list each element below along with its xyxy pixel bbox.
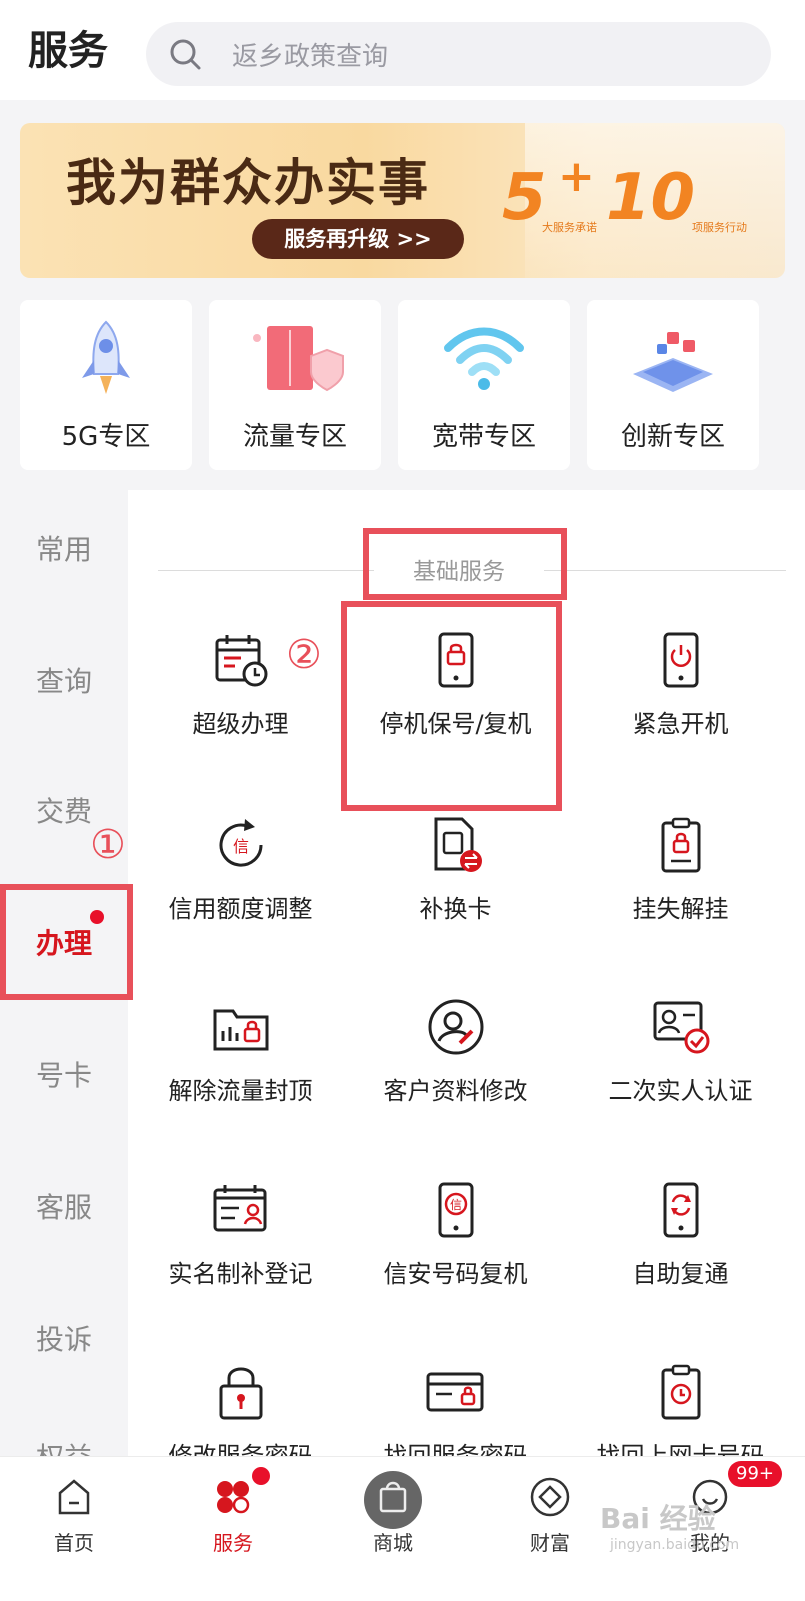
service-label: 修改服务密码 — [168, 1442, 313, 1456]
service-real-name-register[interactable]: 实名制补登记 — [128, 1180, 353, 1289]
service-xinan-resume[interactable]: 信 信安号码复机 — [343, 1180, 568, 1289]
sim-swap-icon — [434, 817, 482, 872]
service-grid-icon — [217, 1481, 250, 1514]
promo-banner[interactable]: 我为群众办实事 服务再升级 >> 5 + 10 大服务承诺 项服务行动 — [20, 123, 785, 278]
service-label: 补换卡 — [419, 895, 492, 923]
header: 服务 返乡政策查询 — [0, 0, 805, 100]
service-recover-data-card-number[interactable]: 找回上网卡号码 — [568, 1362, 793, 1456]
svg-text:信: 信 — [232, 837, 248, 856]
service-remove-data-cap[interactable]: 解除流量封顶 — [128, 997, 353, 1106]
annotation-box-service — [341, 601, 562, 811]
banner-title: 我为群众办实事 — [66, 154, 430, 212]
padlock-icon — [219, 1367, 262, 1420]
nav-label: 服务 — [213, 1531, 253, 1555]
service-label: 找回服务密码 — [383, 1442, 528, 1456]
service-emergency-power-on[interactable]: 紧急开机 — [568, 630, 793, 739]
nav-notification-dot — [252, 1467, 270, 1485]
service-edit-customer-info[interactable]: 客户资料修改 — [343, 997, 568, 1106]
search-bar[interactable]: 返乡政策查询 — [146, 22, 771, 86]
id-check-icon — [653, 1001, 709, 1054]
sidebar-item-rights[interactable]: 权益 — [0, 1436, 128, 1456]
zone-5g[interactable]: 5G专区 — [20, 300, 192, 470]
service-label: 信用额度调整 — [168, 895, 313, 923]
service-real-name-verify[interactable]: 二次实人认证 — [568, 997, 793, 1106]
banner-plus: + — [558, 151, 595, 202]
service-label: 实名制补登记 — [168, 1260, 313, 1288]
sidebar-item-customer-service[interactable]: 客服 — [0, 1186, 128, 1226]
diamond-icon — [530, 1477, 570, 1517]
nav-service[interactable]: 服务 — [173, 1475, 293, 1556]
zone-broadband[interactable]: 宽带专区 — [398, 300, 570, 470]
search-icon — [170, 39, 201, 70]
sidebar-item-query[interactable]: 查询 — [0, 660, 128, 700]
shopping-bag-icon — [379, 1481, 407, 1513]
banner-upgrade-button[interactable]: 服务再升级 >> — [252, 219, 464, 259]
service-label: 自助复通 — [632, 1260, 729, 1288]
notification-badge: 99+ — [728, 1461, 782, 1487]
user-edit-icon — [428, 999, 483, 1055]
home-icon — [58, 1479, 90, 1515]
sidebar-item-number-card[interactable]: 号卡 — [0, 1054, 128, 1094]
service-label: 信安号码复机 — [383, 1260, 528, 1288]
service-label: 紧急开机 — [632, 710, 729, 738]
service-credit-limit[interactable]: 信 信用额度调整 — [128, 815, 353, 924]
sidebar-item-complaint[interactable]: 投诉 — [0, 1318, 128, 1358]
page-title: 服务 — [28, 28, 108, 74]
watermark-logo: Bai 经验 — [600, 1502, 716, 1535]
svg-text:信: 信 — [449, 1198, 461, 1212]
service-label: 挂失解挂 — [632, 895, 729, 923]
zone-label: 宽带专区 — [431, 422, 536, 452]
zone-label: 5G专区 — [61, 422, 151, 452]
banner-number-a: 5 — [502, 161, 547, 235]
clipboard-lock-icon — [661, 817, 700, 873]
service-recover-password[interactable]: 找回服务密码 — [343, 1362, 568, 1456]
service-label: 超级办理 — [192, 710, 289, 738]
calendar-user-icon — [213, 1185, 266, 1232]
laptop-apps-icon — [633, 332, 713, 392]
zone-label: 创新专区 — [620, 422, 725, 452]
phone-power-icon — [663, 632, 698, 688]
nav-mall[interactable]: 商城 — [333, 1475, 453, 1556]
watermark-url: jingyan.baidu.com — [610, 1537, 740, 1553]
service-label: 客户资料修改 — [383, 1077, 528, 1105]
phone-credit-icon: 信 — [438, 1182, 473, 1238]
nav-label: 首页 — [54, 1531, 94, 1555]
zone-innovation[interactable]: 创新专区 — [587, 300, 759, 470]
banner-number-b: 10 — [606, 161, 696, 235]
rocket-icon — [82, 320, 130, 394]
wifi-icon — [444, 327, 524, 390]
credit-refresh-icon: 信 — [219, 819, 263, 867]
service-report-loss[interactable]: 挂失解挂 — [568, 815, 793, 924]
service-replace-sim[interactable]: 补换卡 — [343, 815, 568, 924]
annotation-box-sidebar — [0, 884, 133, 1000]
phone-refresh-icon — [663, 1182, 698, 1238]
banner-sub-b: 项服务行动 — [692, 221, 747, 234]
nav-wealth[interactable]: 财富 — [490, 1475, 610, 1556]
annotation-marker-2: ② — [286, 632, 322, 678]
banner-sub-a: 大服务承诺 — [542, 221, 597, 234]
cabinet-shield-icon — [253, 326, 344, 392]
calendar-clock-icon — [215, 635, 267, 687]
folder-lock-icon — [213, 1009, 268, 1051]
service-label: 二次实人认证 — [608, 1077, 753, 1105]
clipboard-clock-icon — [661, 1364, 700, 1420]
service-label: 解除流量封顶 — [168, 1077, 313, 1105]
nav-label: 财富 — [530, 1531, 570, 1555]
search-input[interactable]: 返乡政策查询 — [232, 36, 388, 73]
bottom-navigation: 首页 服务 商城 财富 我的 99+ Bai 经验 jingyan.baidu.… — [0, 1456, 805, 1601]
service-label: 找回上网卡号码 — [596, 1442, 765, 1456]
zone-label: 流量专区 — [242, 422, 347, 452]
service-self-reconnect[interactable]: 自助复通 — [568, 1180, 793, 1289]
nav-label: 商城 — [373, 1531, 413, 1555]
annotation-box-section — [363, 528, 567, 600]
service-change-password[interactable]: 修改服务密码 — [128, 1362, 353, 1456]
zone-data[interactable]: 流量专区 — [209, 300, 381, 470]
sidebar-item-common[interactable]: 常用 — [0, 528, 128, 568]
card-lock-icon — [426, 1372, 483, 1412]
annotation-marker-1: ① — [90, 822, 126, 868]
nav-home[interactable]: 首页 — [14, 1475, 134, 1556]
